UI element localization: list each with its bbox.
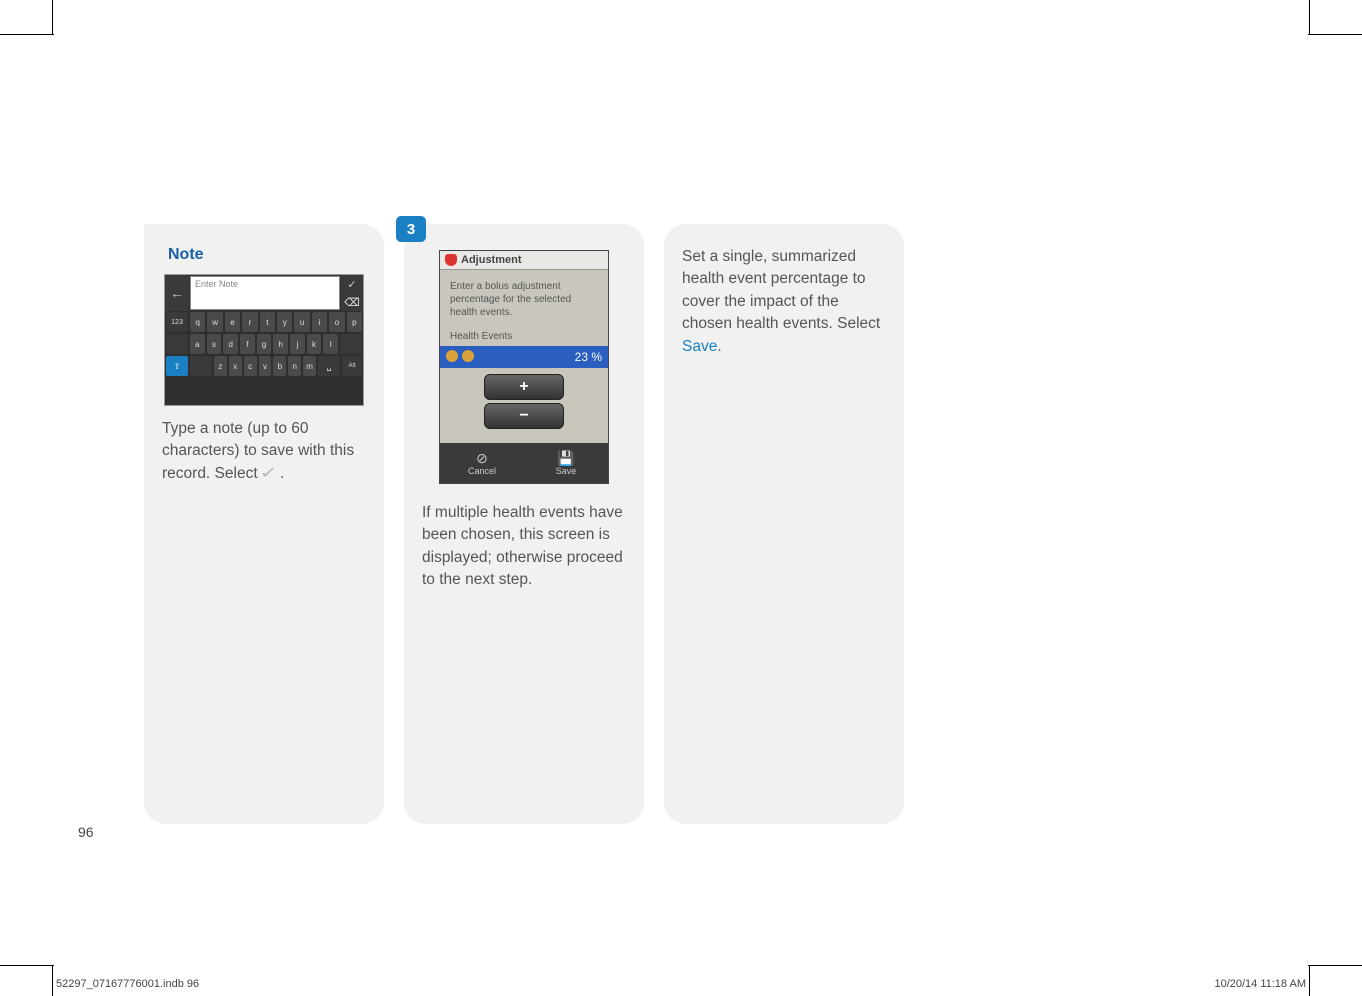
plus-button-icon: + xyxy=(484,374,564,400)
keyboard-row-1: 123 q w e r t y u i o p xyxy=(165,311,363,333)
adjustment-instruction: Enter a bolus adjustment percentage for … xyxy=(450,280,598,319)
health-events-value-row: 23 % xyxy=(440,346,608,368)
adjustment-titlebar: Adjustment xyxy=(440,251,608,270)
save-link-text: Save xyxy=(682,338,717,355)
save-icon: 💾 xyxy=(557,451,574,465)
health-event-icons xyxy=(446,350,478,365)
heart-icon xyxy=(445,254,457,266)
step-badge: 3 xyxy=(396,216,426,242)
adjustment-caption: If multiple health events have been chos… xyxy=(422,502,626,592)
keyboard-screenshot: ← Enter Note ✓ ⌫ 123 q w e r t y u i xyxy=(164,274,364,406)
footer-left: 52297_07167776001.indb 96 xyxy=(56,978,199,990)
checkmark-icon xyxy=(262,467,280,479)
note-heading: Note xyxy=(168,246,366,264)
keyboard-row-2: a s d f g h j k l xyxy=(165,333,363,355)
shift-key-icon: ⇧ xyxy=(166,356,188,376)
card-row: Note ← Enter Note ✓ ⌫ 123 q w e r t xyxy=(144,224,904,824)
cancel-icon: ⊘ xyxy=(476,451,488,465)
percentage-value: 23 % xyxy=(575,350,602,364)
page-number: 96 xyxy=(78,824,94,840)
page-content: Note ← Enter Note ✓ ⌫ 123 q w e r t xyxy=(54,36,1308,964)
space-key-icon: ␣ xyxy=(318,356,340,376)
numeric-toggle-key: 123 xyxy=(166,312,188,332)
keyboard-row-3: ⇧ z x c v b n m ␣ Alt xyxy=(165,355,363,377)
cancel-button-mock: ⊘ Cancel xyxy=(440,443,524,483)
back-arrow-icon: ← xyxy=(165,275,189,311)
health-events-label: Health Events xyxy=(450,331,598,342)
note-card: Note ← Enter Note ✓ ⌫ 123 q w e r t xyxy=(144,224,384,824)
minus-button-icon: − xyxy=(484,403,564,429)
backspace-icon: ⌫ xyxy=(341,293,363,311)
alt-key: Alt xyxy=(342,356,362,376)
footer-right: 10/20/14 11:18 AM xyxy=(1214,978,1306,990)
note-caption: Type a note (up to 60 characters) to sav… xyxy=(162,418,366,485)
summary-card: Set a single, summarized health event pe… xyxy=(664,224,904,824)
adjustment-card: 3 Adjustment Enter a bolus adjustment pe… xyxy=(404,224,644,824)
note-input-placeholder: Enter Note xyxy=(190,276,340,310)
confirm-check-icon: ✓ xyxy=(341,275,363,293)
summary-caption: Set a single, summarized health event pe… xyxy=(682,246,886,358)
save-button-mock: 💾 Save xyxy=(524,443,608,483)
adjustment-screenshot: Adjustment Enter a bolus adjustment perc… xyxy=(439,250,609,484)
